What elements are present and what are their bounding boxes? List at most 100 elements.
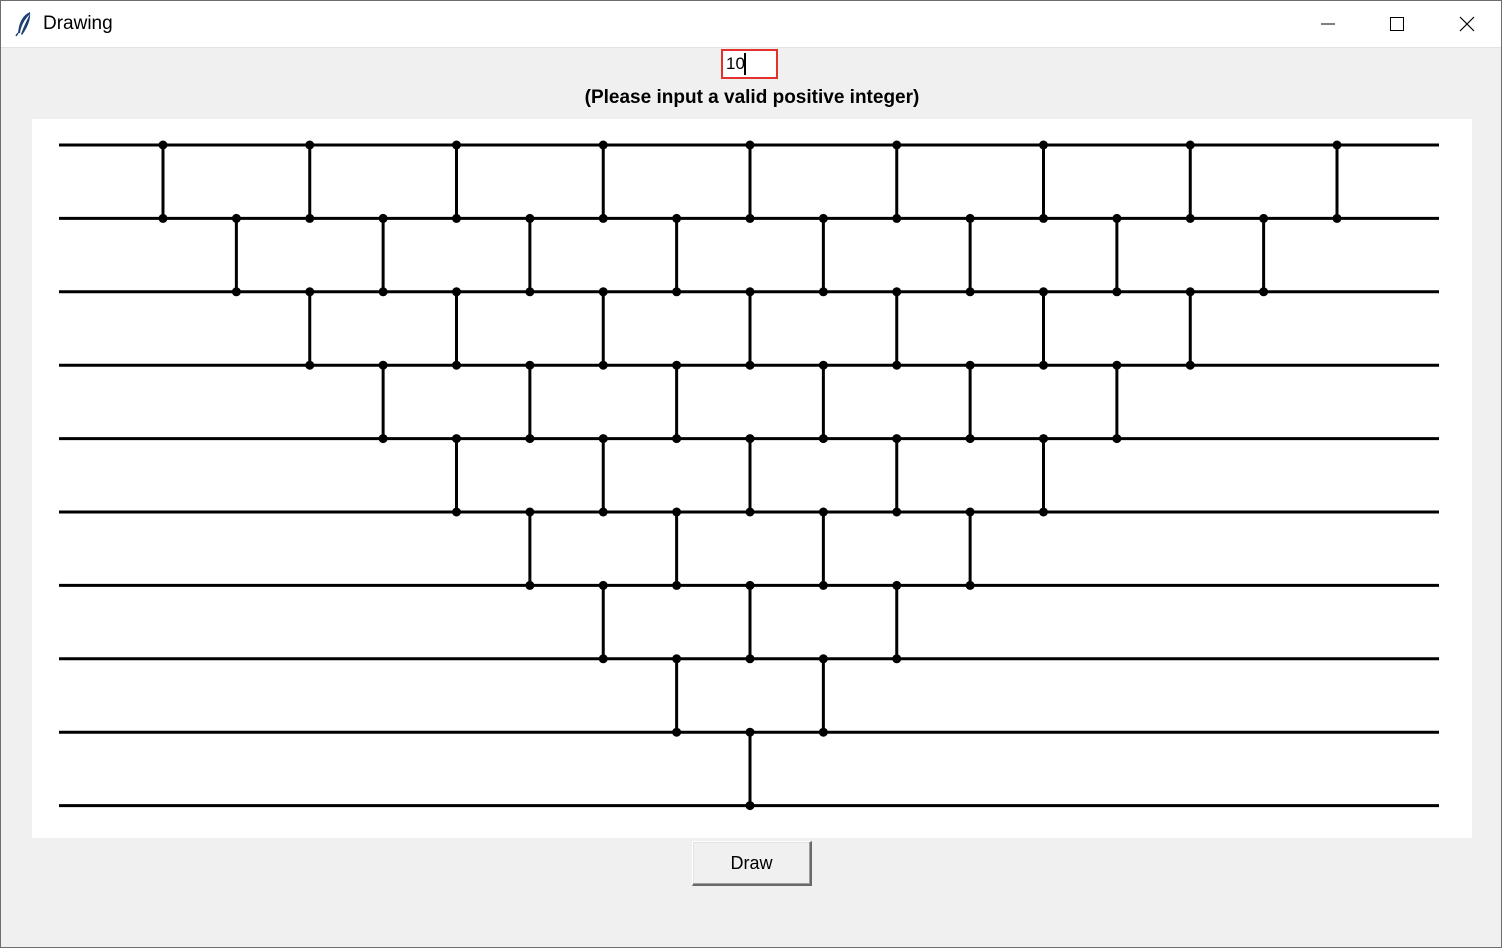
connector-node: [378, 213, 388, 223]
integer-input[interactable]: [721, 49, 778, 79]
connector-node: [452, 287, 461, 297]
connector-node: [892, 140, 902, 150]
connector-node: [305, 360, 315, 370]
connector-node: [452, 434, 461, 444]
connector-node: [892, 654, 902, 664]
connector-node: [598, 580, 608, 590]
connector-node: [672, 287, 682, 297]
connector-node: [672, 434, 682, 444]
connector-node: [158, 140, 168, 150]
connector-node: [672, 654, 682, 664]
feather-icon: [15, 11, 35, 37]
connector-node: [672, 360, 682, 370]
connector-node: [818, 360, 828, 370]
connector-node: [305, 213, 315, 223]
connector-node: [598, 654, 608, 664]
connector-node: [378, 434, 388, 444]
connector-node: [525, 580, 535, 590]
app-window: Drawing (Please input a valid positive i…: [0, 0, 1502, 948]
connector-node: [818, 213, 828, 223]
connector-node: [1259, 213, 1269, 223]
connector-node: [745, 654, 755, 664]
maximize-icon: [1389, 16, 1405, 32]
connector-node: [672, 213, 682, 223]
connector-node: [452, 360, 461, 370]
connector-node: [745, 213, 755, 223]
connector-node: [378, 360, 388, 370]
connector-node: [598, 360, 608, 370]
connector-node: [745, 140, 755, 150]
connector-node: [1112, 213, 1122, 223]
connector-node: [525, 434, 535, 444]
connector-node: [231, 213, 241, 223]
connector-node: [745, 801, 755, 811]
connector-node: [525, 507, 535, 517]
connector-node: [745, 360, 755, 370]
connector-node: [818, 580, 828, 590]
connector-node: [818, 727, 828, 737]
connector-node: [525, 360, 535, 370]
connector-node: [672, 580, 682, 590]
connector-node: [1112, 360, 1122, 370]
drawing-canvas[interactable]: [32, 119, 1472, 838]
connector-node: [892, 360, 902, 370]
maximize-button[interactable]: [1362, 1, 1431, 47]
connector-node: [452, 507, 461, 517]
connector-node: [818, 287, 828, 297]
close-icon: [1459, 16, 1475, 32]
connector-node: [745, 580, 755, 590]
draw-button[interactable]: Draw: [692, 841, 812, 886]
connector-node: [525, 213, 535, 223]
connector-node: [1112, 287, 1122, 297]
connector-node: [965, 213, 975, 223]
title-bar[interactable]: Drawing: [1, 1, 1501, 48]
connector-node: [745, 727, 755, 737]
connector-node: [745, 434, 755, 444]
text-caret: [744, 53, 746, 75]
connector-node: [1039, 213, 1048, 223]
connector-node: [1039, 360, 1048, 370]
connector-node: [818, 434, 828, 444]
connector-node: [1039, 507, 1048, 517]
connector-node: [818, 654, 828, 664]
connector-node: [598, 287, 608, 297]
connector-node: [1332, 140, 1342, 150]
minimize-button[interactable]: [1293, 1, 1362, 47]
connector-node: [378, 287, 388, 297]
window-title: Drawing: [43, 13, 113, 34]
connector-node: [1039, 287, 1048, 297]
connector-node: [1259, 287, 1269, 297]
connector-node: [1185, 360, 1195, 370]
connector-node: [818, 507, 828, 517]
close-button[interactable]: [1432, 1, 1501, 47]
connector-node: [965, 580, 975, 590]
connector-node: [745, 507, 755, 517]
connector-node: [892, 213, 902, 223]
connector-node: [965, 287, 975, 297]
connector-node: [745, 287, 755, 297]
network-diagram: [59, 140, 1439, 811]
minimize-icon: [1320, 16, 1336, 32]
connector-node: [892, 507, 902, 517]
connector-node: [1039, 434, 1048, 444]
connector-node: [965, 434, 975, 444]
connector-node: [672, 727, 682, 737]
connector-node: [1039, 140, 1048, 150]
connector-node: [525, 287, 535, 297]
connector-node: [598, 434, 608, 444]
connector-node: [305, 140, 315, 150]
connector-node: [1185, 213, 1195, 223]
connector-node: [965, 360, 975, 370]
connector-node: [305, 287, 315, 297]
input-hint: (Please input a valid positive integer): [584, 87, 920, 108]
connector-node: [1185, 287, 1195, 297]
connector-node: [965, 507, 975, 517]
connector-node: [598, 507, 608, 517]
connector-node: [1332, 213, 1342, 223]
connector-node: [892, 434, 902, 444]
connector-node: [598, 213, 608, 223]
connector-node: [452, 140, 461, 150]
connector-node: [452, 213, 461, 223]
connector-node: [158, 213, 168, 223]
connector-node: [231, 287, 241, 297]
